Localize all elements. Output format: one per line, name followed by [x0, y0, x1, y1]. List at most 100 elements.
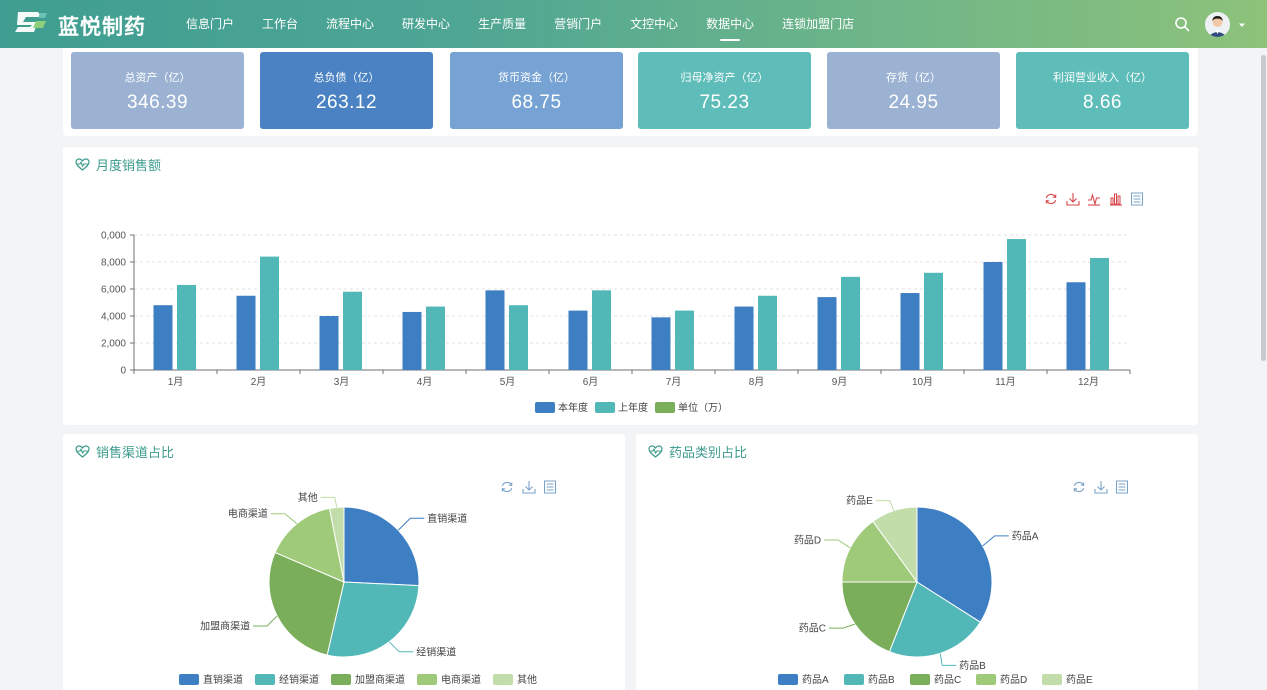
- slice-label-line: [939, 653, 957, 666]
- nav-item-portal[interactable]: 信息门户: [176, 0, 244, 48]
- slice-label: 药品A: [1012, 530, 1039, 542]
- chevron-down-icon[interactable]: [1237, 20, 1247, 30]
- bar-current-year: [485, 290, 505, 370]
- legend-swatch: [778, 674, 798, 685]
- legend-swatch: [331, 674, 351, 685]
- x-tick-label: 7月: [666, 376, 682, 388]
- bar-current-year: [817, 297, 837, 370]
- bar-previous-year: [1090, 257, 1109, 370]
- legend-label: 药品A: [802, 674, 829, 686]
- slice-label-line: [397, 517, 425, 531]
- search-icon[interactable]: [1174, 16, 1190, 32]
- bar-previous-year: [675, 310, 694, 370]
- bar-current-year: [153, 305, 173, 370]
- kpi-card-net-assets: 归母净资产（亿） 75.23: [638, 52, 811, 129]
- bar-current-year: [983, 262, 1003, 370]
- slice-label: 其他: [298, 491, 318, 504]
- legend-label: 药品C: [934, 674, 961, 686]
- pie-slice: [343, 506, 420, 587]
- slice-label-line: [982, 535, 1009, 547]
- legend-label: 上年度: [618, 401, 648, 414]
- slice-label: 电商渠道: [228, 507, 268, 520]
- user-avatar[interactable]: [1205, 12, 1230, 37]
- slice-label: 直销渠道: [427, 512, 467, 525]
- slice-label-line: [320, 496, 338, 508]
- slice-label-line: [824, 539, 851, 549]
- legend-swatch: [493, 674, 513, 685]
- bar-current-year: [900, 293, 920, 370]
- nav-item-production-quality[interactable]: 生产质量: [468, 0, 536, 48]
- slice-label: 经销渠道: [416, 645, 456, 658]
- slice-label: 药品C: [799, 623, 826, 635]
- bar-previous-year: [260, 256, 279, 370]
- legend-label: 单位（万）: [678, 401, 728, 414]
- bar-previous-year: [592, 290, 611, 370]
- kpi-value: 263.12: [315, 92, 378, 113]
- legend-label: 其他: [517, 673, 537, 686]
- x-tick-label: 4月: [417, 376, 433, 388]
- slice-label-line: [270, 513, 298, 525]
- x-tick-label: 6月: [583, 376, 599, 388]
- y-tick-label: 8,000: [101, 258, 126, 269]
- legend-swatch: [655, 402, 675, 413]
- nav-item-document-center[interactable]: 文控中心: [620, 0, 688, 48]
- x-tick-label: 3月: [334, 376, 350, 388]
- legend-label: 直销渠道: [203, 673, 243, 686]
- slice-label-line: [828, 623, 856, 629]
- slice-label-line: [388, 641, 414, 653]
- nav-item-marketing-portal[interactable]: 营销门户: [544, 0, 612, 48]
- kpi-value: 346.39: [126, 92, 189, 113]
- bar-previous-year: [509, 305, 528, 370]
- slice-label: 药品D: [794, 534, 821, 546]
- slice-label: 药品B: [959, 660, 986, 672]
- nav-item-data-center[interactable]: 数据中心: [696, 0, 764, 48]
- kpi-value: 75.23: [699, 92, 750, 113]
- legend-swatch: [255, 674, 275, 685]
- legend-swatch: [535, 402, 555, 413]
- nav-item-workbench[interactable]: 工作台: [252, 0, 308, 48]
- x-tick-label: 5月: [500, 376, 516, 388]
- slice-label: 加盟商渠道: [200, 619, 250, 632]
- legend-swatch: [417, 674, 437, 685]
- legend-swatch: [595, 402, 615, 413]
- y-tick-label: 0: [120, 366, 126, 377]
- x-tick-label: 10月: [912, 376, 933, 388]
- main-nav: 信息门户 工作台 流程中心 研发中心 生产质量 营销门户 文控中心 数据中心 连…: [176, 0, 872, 48]
- legend-label: 药品B: [868, 674, 895, 686]
- bar-current-year: [1066, 282, 1086, 370]
- legend-swatch: [1042, 674, 1062, 685]
- kpi-label: 归母净资产（亿）: [680, 71, 769, 84]
- y-tick-label: 2,000: [101, 339, 126, 350]
- kpi-card-operating-revenue: 利润营业收入（亿） 8.66: [1016, 52, 1189, 129]
- bar-current-year: [568, 310, 588, 370]
- y-tick-label: 6,000: [101, 285, 126, 296]
- nav-item-franchise-stores[interactable]: 连锁加盟门店: [772, 0, 864, 48]
- kpi-card-total-assets: 总资产（亿） 346.39: [71, 52, 244, 129]
- kpi-value: 8.66: [1083, 92, 1122, 113]
- nav-item-rd-center[interactable]: 研发中心: [392, 0, 460, 48]
- bar-previous-year: [343, 291, 362, 370]
- legend-label: 药品D: [1000, 674, 1027, 686]
- bar-previous-year: [758, 295, 777, 370]
- bar-previous-year: [177, 284, 196, 370]
- brand-logo-icon: [15, 12, 47, 32]
- kpi-label: 总资产（亿）: [124, 71, 191, 84]
- x-tick-label: 9月: [832, 376, 848, 388]
- legend-swatch: [844, 674, 864, 685]
- bar-current-year: [734, 306, 754, 370]
- kpi-value: 24.95: [888, 92, 939, 113]
- x-tick-label: 8月: [749, 376, 765, 388]
- nav-item-process-center[interactable]: 流程中心: [316, 0, 384, 48]
- bar-previous-year: [426, 306, 445, 370]
- monthly-sales-bar-chart: 0 2,000 4,000 6,000 8,000 0,000 1月 2月 3月 4月 5月 6月 7月…: [101, 231, 1131, 414]
- slice-label: 药品E: [846, 495, 873, 507]
- brand-name: 蓝悦制药: [58, 14, 146, 39]
- slice-label-line: [253, 615, 278, 627]
- kpi-label: 总负债（亿）: [313, 71, 380, 84]
- bar-current-year: [402, 311, 422, 370]
- legend-label: 经销渠道: [279, 673, 319, 686]
- bar-previous-year: [841, 276, 860, 370]
- legend-swatch: [179, 674, 199, 685]
- scrollbar-thumb[interactable]: [1261, 55, 1266, 361]
- x-tick-label: 2月: [251, 376, 267, 388]
